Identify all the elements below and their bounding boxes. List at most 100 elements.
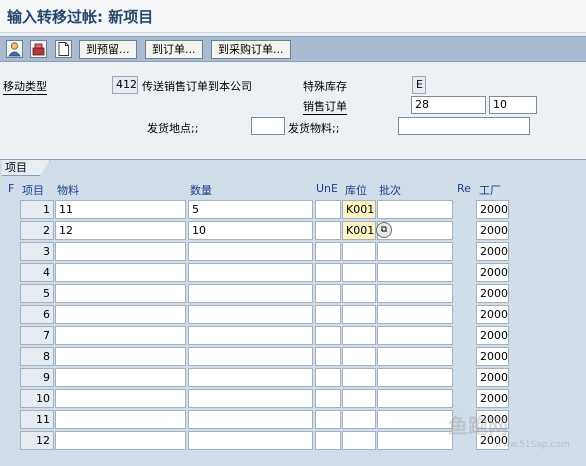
column-header-storage-location[interactable]: 库位 [345, 182, 367, 198]
material-cell[interactable] [55, 347, 186, 366]
quantity-cell[interactable] [188, 347, 313, 366]
unit-cell[interactable] [315, 200, 341, 219]
plant-cell[interactable]: 2000 [476, 263, 509, 282]
storage-location-cell[interactable]: K001 [342, 221, 376, 240]
batch-cell[interactable] [377, 200, 453, 219]
quantity-cell[interactable] [188, 242, 313, 261]
plant-cell[interactable]: 2000 [476, 326, 509, 345]
storage-location-cell[interactable] [342, 389, 376, 408]
issue-plant-input[interactable] [251, 117, 285, 135]
quantity-cell[interactable] [188, 410, 313, 429]
to-reservation-button[interactable]: 到预留... [79, 40, 137, 59]
storage-location-cell[interactable] [342, 284, 376, 303]
batch-cell[interactable] [377, 305, 453, 324]
row-number-cell[interactable]: 6 [20, 305, 54, 324]
quantity-cell[interactable] [188, 431, 313, 450]
storage-location-cell[interactable] [342, 305, 376, 324]
storage-location-cell[interactable]: K001 [342, 200, 376, 219]
batch-cell[interactable] [377, 410, 453, 429]
row-number-cell[interactable]: 1 [20, 200, 54, 219]
material-cell[interactable] [55, 431, 186, 450]
material-cell[interactable] [55, 410, 186, 429]
material-cell[interactable] [55, 242, 186, 261]
sales-order-item-input[interactable]: 10 [489, 96, 537, 114]
plant-cell[interactable]: 2000 [476, 221, 509, 240]
row-number-cell[interactable]: 12 [20, 431, 54, 450]
row-number-cell[interactable]: 5 [20, 284, 54, 303]
unit-cell[interactable] [315, 389, 341, 408]
unit-cell[interactable] [315, 326, 341, 345]
batch-cell[interactable] [377, 431, 453, 450]
items-tab[interactable]: 项目 [2, 160, 50, 176]
column-header-batch[interactable]: 批次 [379, 182, 401, 198]
row-number-cell[interactable]: 2 [20, 221, 54, 240]
material-cell[interactable] [55, 368, 186, 387]
material-cell[interactable] [55, 284, 186, 303]
row-number-cell[interactable]: 8 [20, 347, 54, 366]
material-cell[interactable]: 11 [55, 200, 186, 219]
plant-cell[interactable]: 2000 [476, 389, 509, 408]
column-header-quantity[interactable]: 数量 [190, 182, 212, 198]
quantity-cell[interactable] [188, 389, 313, 408]
storage-location-cell[interactable] [342, 347, 376, 366]
row-number-cell[interactable]: 11 [20, 410, 54, 429]
column-header-unit[interactable]: UnE [316, 182, 338, 195]
to-purchase-order-button[interactable]: 到采购订单... [211, 40, 291, 59]
batch-cell[interactable] [377, 263, 453, 282]
unit-cell[interactable] [315, 284, 341, 303]
row-number-cell[interactable]: 9 [20, 368, 54, 387]
batch-cell[interactable] [377, 347, 453, 366]
batch-cell[interactable] [377, 326, 453, 345]
value-help-icon[interactable]: ⧉ [376, 222, 392, 238]
plant-cell[interactable]: 2000 [476, 305, 509, 324]
material-cell[interactable] [55, 305, 186, 324]
material-cell[interactable] [55, 326, 186, 345]
material-cell[interactable] [55, 263, 186, 282]
batch-cell[interactable] [377, 368, 453, 387]
column-header-material[interactable]: 物料 [57, 182, 79, 198]
storage-location-cell[interactable] [342, 326, 376, 345]
batch-cell[interactable] [377, 242, 453, 261]
unit-cell[interactable] [315, 242, 341, 261]
quantity-cell[interactable]: 5 [188, 200, 313, 219]
unit-cell[interactable] [315, 263, 341, 282]
quantity-cell[interactable] [188, 263, 313, 282]
storage-location-cell[interactable] [342, 431, 376, 450]
storage-location-cell[interactable] [342, 263, 376, 282]
row-number-cell[interactable]: 7 [20, 326, 54, 345]
person-icon[interactable] [6, 40, 23, 58]
column-header-item[interactable]: 项目 [22, 182, 44, 198]
row-number-cell[interactable]: 10 [20, 389, 54, 408]
plant-cell[interactable]: 2000 [476, 368, 509, 387]
cash-register-icon[interactable] [30, 40, 47, 58]
material-cell[interactable]: 12 [55, 221, 186, 240]
new-document-icon[interactable] [55, 40, 72, 58]
plant-cell[interactable]: 2000 [476, 284, 509, 303]
quantity-cell[interactable] [188, 326, 313, 345]
unit-cell[interactable] [315, 347, 341, 366]
column-header-flag[interactable]: F [8, 182, 14, 195]
issue-material-input[interactable] [398, 117, 530, 135]
unit-cell[interactable] [315, 221, 341, 240]
material-cell[interactable] [55, 389, 186, 408]
sales-order-input[interactable]: 28 [411, 96, 486, 114]
to-order-button[interactable]: 到订单... [145, 40, 203, 59]
batch-cell[interactable] [377, 284, 453, 303]
quantity-cell[interactable]: 10 [188, 221, 313, 240]
unit-cell[interactable] [315, 368, 341, 387]
unit-cell[interactable] [315, 410, 341, 429]
storage-location-cell[interactable] [342, 242, 376, 261]
unit-cell[interactable] [315, 431, 341, 450]
quantity-cell[interactable] [188, 368, 313, 387]
batch-cell[interactable] [377, 389, 453, 408]
quantity-cell[interactable] [188, 305, 313, 324]
row-number-cell[interactable]: 3 [20, 242, 54, 261]
row-number-cell[interactable]: 4 [20, 263, 54, 282]
storage-location-cell[interactable] [342, 410, 376, 429]
plant-cell[interactable]: 2000 [476, 200, 509, 219]
quantity-cell[interactable] [188, 284, 313, 303]
storage-location-cell[interactable] [342, 368, 376, 387]
column-header-plant[interactable]: 工厂 [479, 182, 501, 198]
plant-cell[interactable]: 2000 [476, 347, 509, 366]
column-header-re[interactable]: Re [457, 182, 471, 195]
